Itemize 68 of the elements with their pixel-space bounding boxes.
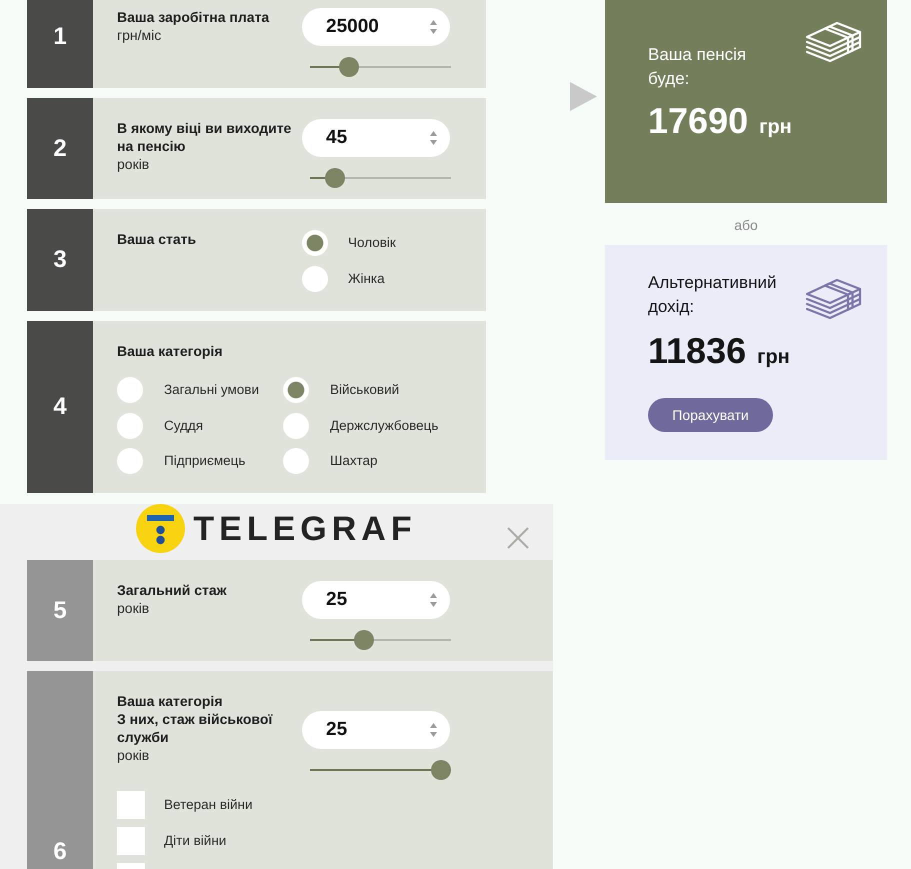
radio-label: Держслужбовець [330,416,438,434]
down-arrow-icon[interactable] [430,602,437,607]
number-input[interactable]: 25000 [302,8,450,46]
slider-thumb[interactable] [324,168,345,188]
currency-label: грн [759,115,792,139]
field-label: Ваша категорія [117,342,224,360]
close-icon [507,527,529,549]
field-label: Загальний стаж [117,581,228,599]
up-arrow-icon[interactable] [430,131,437,136]
slider-thumb[interactable] [339,57,360,77]
number-input[interactable]: 45 [302,119,450,157]
field-label: Ваша категорія [117,692,224,710]
radio-button[interactable] [117,448,143,474]
unit-label: років [117,155,150,173]
checkbox[interactable] [117,791,145,819]
money-stack-icon [805,277,862,321]
slider-thumb[interactable] [354,630,374,650]
step-number: 4 [27,321,93,493]
radio-button[interactable] [117,377,143,403]
step-number: 5 [27,560,93,661]
field-label: В якому віці ви виходите на пенсію [117,119,292,155]
unit-label: грн/міс [117,26,162,44]
number-input[interactable]: 25 [302,581,450,619]
radio-button[interactable] [283,377,309,403]
down-arrow-icon[interactable] [430,140,437,145]
radio-button[interactable] [117,412,143,438]
radio-button[interactable] [283,448,309,474]
radio-button[interactable] [302,266,328,292]
triangle-arrow-icon [570,82,597,111]
radio-label: Шахтар [330,452,378,470]
pension-amount: 17690 [648,99,748,143]
radio-button[interactable] [283,412,309,438]
number-input[interactable]: 25 [302,711,450,749]
step-number: 1 [27,0,93,88]
radio-label: Суддя [164,416,204,434]
unit-label: років [117,599,150,617]
checkbox[interactable] [117,827,145,855]
radio-label: Чоловік [348,234,396,252]
step-number: 2 [27,98,93,199]
up-arrow-icon[interactable] [430,723,437,728]
logo-text: TELEGRAF [193,510,417,546]
radio-label: Військовий [330,381,400,399]
checkbox-label: Діти війни [164,832,226,850]
up-arrow-icon[interactable] [430,20,437,25]
radio-label: Загальні умови [164,381,260,399]
radio-label: Підприємець [164,452,246,470]
radio-label: Жінка [348,270,385,288]
logo-icon [136,504,186,553]
field-label: Ваша стать [117,230,198,248]
field-label: Ваша заробітна плата [117,8,270,26]
up-arrow-icon[interactable] [430,593,437,598]
income-amount: 11836 [648,329,746,373]
radio-button[interactable] [302,230,328,256]
down-arrow-icon[interactable] [430,732,437,737]
unit-label: років [117,746,150,764]
slider-thumb[interactable] [431,760,451,780]
field-label: З них, стаж військової служби [117,710,274,746]
step-number: 3 [27,209,93,311]
pension-title: Ваша пенсія буде: [648,44,748,90]
currency-label: грн [757,345,790,369]
close-button[interactable] [507,527,529,549]
separator-text: або [734,216,758,235]
income-title: Альтернативний дохід: [648,272,778,318]
checkbox-label: Ветеран війни [164,796,253,814]
down-arrow-icon[interactable] [430,29,437,34]
calculate-button[interactable]: Порахувати [648,398,773,432]
money-stack-icon [805,20,862,64]
step-number: 6 [27,671,93,869]
